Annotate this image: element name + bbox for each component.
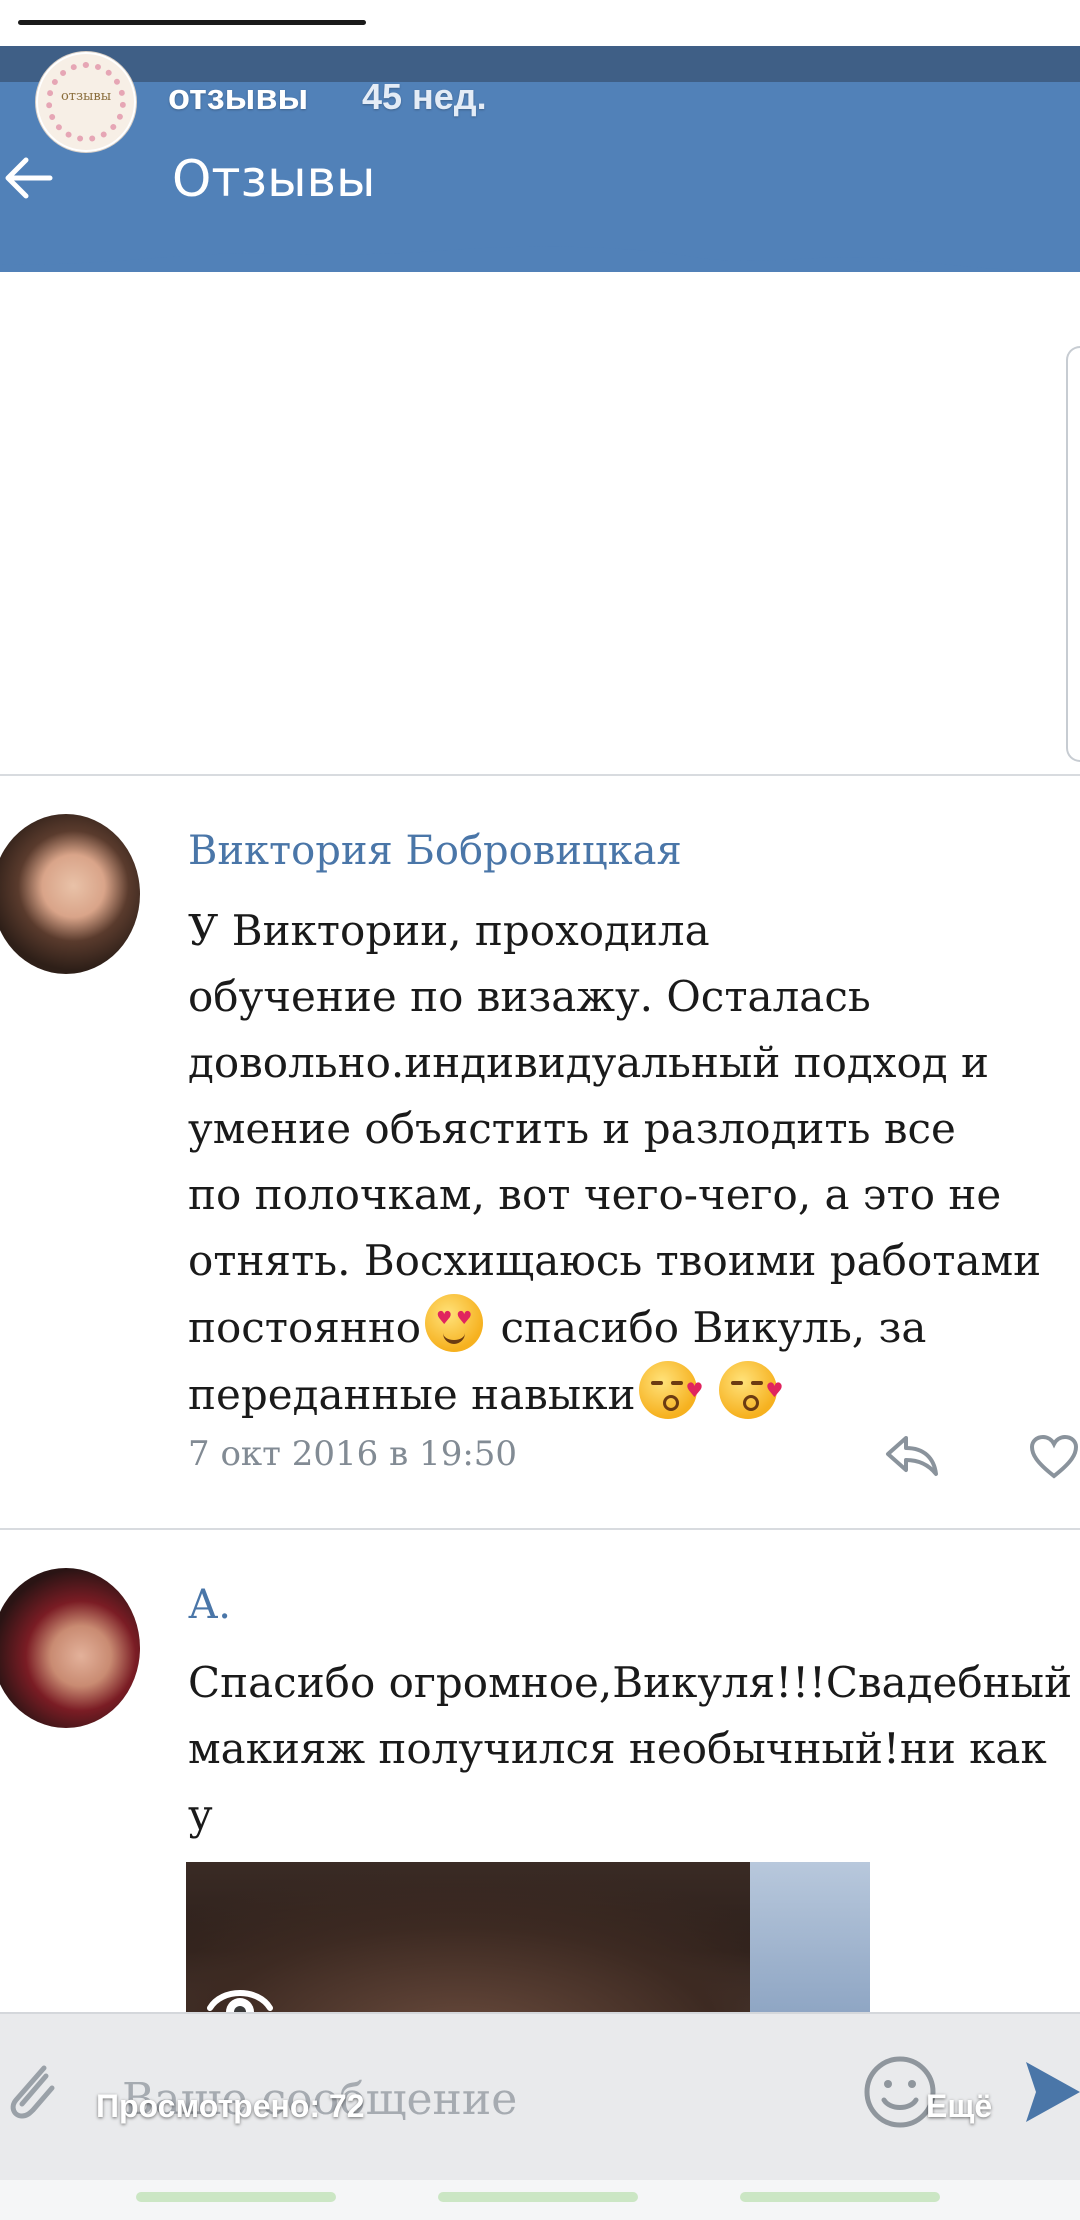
comment-fragment: постоянно <box>188 1303 422 1352</box>
divider <box>0 1528 1080 1530</box>
comment-text: У Виктории, проходила обучение по визажу… <box>188 898 1080 1428</box>
story-author-name[interactable]: отзывы <box>168 76 308 118</box>
commenter-avatar[interactable] <box>0 1568 140 1728</box>
more-button[interactable]: Ещё <box>926 2088 992 2125</box>
kissing-heart-emoji-icon: ♥ <box>639 1361 703 1419</box>
back-arrow-icon[interactable] <box>0 150 56 206</box>
status-bar <box>0 46 1080 82</box>
comment-line: пеpеданные навыки ♥ ♥ <box>188 1361 1080 1428</box>
kissing-heart-emoji-icon: ♥ <box>719 1361 783 1419</box>
comment-author-name[interactable]: Виктория Бобровицкая <box>188 828 682 874</box>
page-title: Отзывы <box>172 150 376 208</box>
comment-line: обучение по визажу. Осталась <box>188 972 871 1021</box>
send-arrow-icon[interactable] <box>1022 2054 1080 2130</box>
commenter-avatar[interactable] <box>0 814 140 974</box>
comment-line: отнять. Восхищаюсь твоими работами <box>188 1236 1042 1285</box>
comment-line: постоянно ♥ ♥ спасибо Викуль, за <box>188 1294 1080 1361</box>
comment-fragment: пеpеданные навыки <box>188 1370 636 1419</box>
story-author-avatar[interactable]: отзывы <box>36 52 136 152</box>
comment-line: У Виктории, проходила <box>188 906 710 955</box>
nav-indicator <box>740 2192 940 2202</box>
story-progress-bar <box>18 20 366 25</box>
post-frame-edge <box>1066 346 1080 762</box>
nav-indicator <box>136 2192 336 2202</box>
comment-fragment: спасибо Викуль, за <box>487 1303 927 1352</box>
comment-line: умение объястить и разлодить все <box>188 1104 956 1153</box>
views-count: Просмотрено: 72 <box>96 2088 365 2124</box>
comment-line: по полочкам, вот чего-чего, а это не <box>188 1170 1002 1219</box>
comment-date: 7 окт 2016 в 19:50 <box>188 1434 518 1474</box>
divider <box>0 774 1080 776</box>
comment-line: Спасибо огромное,Викуля!!!Свадебный <box>188 1658 1073 1707</box>
comment-line: макияж получился необычный!ни как у <box>188 1724 1047 1839</box>
heart-eyes-emoji-icon: ♥ ♥ <box>425 1294 484 1352</box>
reply-icon[interactable] <box>884 1432 940 1480</box>
comment-line: довольно.индивидуальный подход и <box>188 1038 989 1087</box>
post-content-area <box>0 286 1080 774</box>
attach-paperclip-icon[interactable] <box>0 2050 60 2130</box>
like-heart-icon[interactable] <box>1028 1434 1080 1480</box>
avatar-label: отзывы <box>60 89 112 104</box>
comment-author-name[interactable]: А. <box>188 1582 231 1628</box>
comment-photo[interactable] <box>186 1862 870 2012</box>
nav-indicator <box>438 2192 638 2202</box>
story-time-ago: 45 нед. <box>362 76 487 117</box>
